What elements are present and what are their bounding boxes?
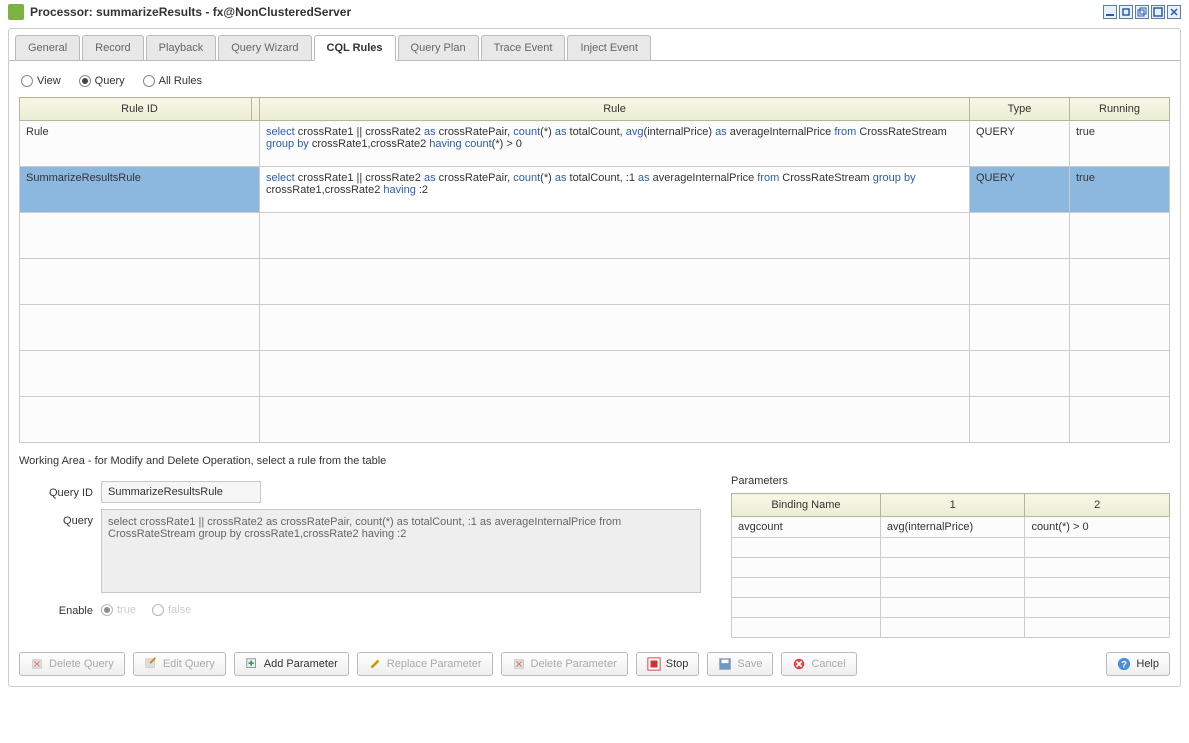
table-row[interactable] [20, 351, 1170, 397]
filter-radios: View Query All Rules [19, 71, 1170, 97]
table-row[interactable] [20, 305, 1170, 351]
tab-general[interactable]: General [15, 35, 80, 60]
maximize-button[interactable] [1151, 5, 1165, 19]
param-col-2[interactable]: 2 [1025, 494, 1170, 517]
rules-table[interactable]: Rule ID Rule Type Running Ruleselect cro… [19, 97, 1170, 443]
table-row[interactable] [20, 213, 1170, 259]
param-col-name[interactable]: Binding Name [732, 494, 881, 517]
table-row[interactable]: avgcountavg(internalPrice)count(*) > 0 [732, 517, 1170, 538]
button-row: Delete Query Edit Query Add Parameter Re… [19, 652, 1170, 676]
title-bar: Processor: summarizeResults - fx@NonClus… [0, 0, 1189, 24]
query-id-label: Query ID [19, 481, 101, 503]
enable-label: Enable [19, 599, 101, 617]
query-id-input[interactable]: SummarizeResultsRule [101, 481, 261, 503]
col-rule-id[interactable]: Rule ID [20, 98, 260, 121]
table-row[interactable] [20, 397, 1170, 443]
working-area-label: Working Area - for Modify and Delete Ope… [19, 455, 1170, 467]
table-row[interactable]: SummarizeResultsRuleselect crossRate1 ||… [20, 167, 1170, 213]
table-row[interactable] [732, 538, 1170, 558]
close-button[interactable] [1167, 5, 1181, 19]
query-label: Query [19, 509, 101, 593]
col-type[interactable]: Type [970, 98, 1070, 121]
delete-query-button[interactable]: Delete Query [19, 652, 125, 676]
radio-view-label: View [37, 75, 61, 87]
tab-playback[interactable]: Playback [146, 35, 217, 60]
parameters-label: Parameters [731, 475, 1170, 487]
radio-allrules-label: All Rules [159, 75, 202, 87]
radio-enable-true[interactable]: true [101, 604, 136, 616]
table-row[interactable] [732, 598, 1170, 618]
restore-down-button[interactable] [1119, 5, 1133, 19]
tab-record[interactable]: Record [82, 35, 143, 60]
query-textarea[interactable]: select crossRate1 || crossRate2 as cross… [101, 509, 701, 593]
app-icon [8, 4, 24, 20]
tab-bar: GeneralRecordPlaybackQuery WizardCQL Rul… [9, 29, 1180, 60]
tab-trace-event[interactable]: Trace Event [481, 35, 566, 60]
restore-button[interactable] [1135, 5, 1149, 19]
minimize-button[interactable] [1103, 5, 1117, 19]
table-row[interactable]: Ruleselect crossRate1 || crossRate2 as c… [20, 121, 1170, 167]
radio-query-label: Query [95, 75, 125, 87]
delete-parameter-button[interactable]: Delete Parameter [501, 652, 628, 676]
tab-cql-rules[interactable]: CQL Rules [314, 35, 396, 61]
window-title: Processor: summarizeResults - fx@NonClus… [30, 5, 351, 19]
main-panel: GeneralRecordPlaybackQuery WizardCQL Rul… [8, 28, 1181, 687]
table-row[interactable] [732, 618, 1170, 638]
svg-text:?: ? [1121, 660, 1127, 671]
save-button[interactable]: Save [707, 652, 773, 676]
edit-query-button[interactable]: Edit Query [133, 652, 226, 676]
table-row[interactable] [20, 259, 1170, 305]
stop-button[interactable]: Stop [636, 652, 700, 676]
table-row[interactable] [732, 578, 1170, 598]
param-col-1[interactable]: 1 [880, 494, 1025, 517]
radio-enable-false[interactable]: false [152, 604, 191, 616]
tab-query-plan[interactable]: Query Plan [398, 35, 479, 60]
add-parameter-button[interactable]: Add Parameter [234, 652, 349, 676]
col-rule[interactable]: Rule [260, 98, 970, 121]
radio-view[interactable]: View [21, 75, 61, 87]
radio-query[interactable]: Query [79, 75, 125, 87]
table-row[interactable] [732, 558, 1170, 578]
tab-query-wizard[interactable]: Query Wizard [218, 35, 311, 60]
radio-all-rules[interactable]: All Rules [143, 75, 202, 87]
cancel-button[interactable]: Cancel [781, 652, 856, 676]
col-running[interactable]: Running [1070, 98, 1170, 121]
parameters-table[interactable]: Binding Name 1 2 avgcountavg(internalPri… [731, 493, 1170, 638]
replace-parameter-button[interactable]: Replace Parameter [357, 652, 493, 676]
tab-content: View Query All Rules Rule ID Rule Type R… [9, 60, 1180, 686]
tab-inject-event[interactable]: Inject Event [567, 35, 650, 60]
help-button[interactable]: ?Help [1106, 652, 1170, 676]
